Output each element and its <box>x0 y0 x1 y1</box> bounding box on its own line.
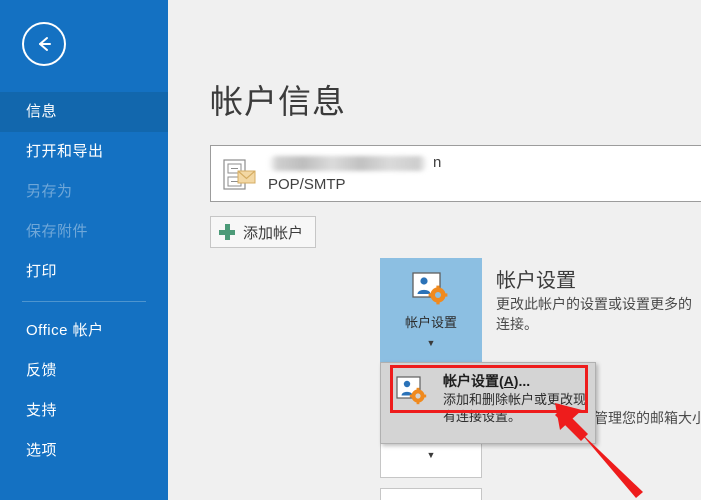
account-email-visible-tail: n <box>433 154 442 171</box>
sidebar-item-label: 信息 <box>26 103 58 120</box>
back-arrow-icon[interactable] <box>22 22 66 66</box>
menu-item-description: 添加和删除帐户或更改现有连接设置。 <box>443 392 587 424</box>
sidebar-item-save-attachments: 保存附件 <box>0 212 168 252</box>
plus-icon <box>219 224 235 240</box>
sidebar-item-label: 打印 <box>26 263 58 280</box>
menu-item-title: 帐户设置(A)... <box>443 371 530 391</box>
account-settings-icon <box>396 376 430 408</box>
account-type-label: POP/SMTP <box>268 176 346 193</box>
menu-item-title-prefix: 帐户设置( <box>443 373 504 389</box>
backstage-sidebar: 信息 打开和导出 另存为 保存附件 打印 Office 帐户 反馈 支持 选项 <box>0 0 168 500</box>
sidebar-item-label: 支持 <box>26 402 58 419</box>
page-title: 帐户信息 <box>210 83 346 120</box>
sidebar-item-support[interactable]: 支持 <box>0 391 168 431</box>
tools-tile-caret[interactable]: ▼ <box>381 451 481 460</box>
sidebar-item-office-account[interactable]: Office 帐户 <box>0 311 168 351</box>
account-settings-tile-label: 帐户设置 <box>404 315 457 330</box>
sidebar-item-options[interactable]: 选项 <box>0 431 168 471</box>
chevron-down-icon[interactable]: ▼ <box>380 339 482 348</box>
sidebar-item-label: 选项 <box>26 442 58 459</box>
sidebar-item-info[interactable]: 信息 <box>0 92 168 132</box>
menu-item-accelerator: A <box>503 373 514 389</box>
sidebar-item-print[interactable]: 打印 <box>0 252 168 292</box>
account-settings-tile[interactable]: 帐户设置 ▼ <box>380 258 482 366</box>
add-account-label: 添加帐户 <box>243 224 304 242</box>
sidebar-item-label: 另存为 <box>26 183 73 200</box>
account-settings-description: 更改此帐户的设置或设置更多的连接。 <box>496 296 692 332</box>
account-email-redacted <box>268 156 428 171</box>
sidebar-divider <box>22 301 146 302</box>
account-summary-box[interactable]: n POP/SMTP <box>210 145 701 202</box>
outlook-backstage-window: 信息 打开和导出 另存为 保存附件 打印 Office 帐户 反馈 支持 选项 … <box>0 0 701 500</box>
mail-account-icon <box>223 159 257 191</box>
backstage-nav-list: 信息 打开和导出 另存为 保存附件 打印 Office 帐户 反馈 支持 选项 <box>0 92 168 471</box>
sidebar-item-open-export[interactable]: 打开和导出 <box>0 132 168 172</box>
sidebar-item-save-as: 另存为 <box>0 172 168 212</box>
account-settings-dropdown-menu: 帐户设置(A)... 添加和删除帐户或更改现有连接设置。 <box>380 362 596 444</box>
sidebar-item-feedback[interactable]: 反馈 <box>0 351 168 391</box>
backstage-content: 帐户信息 n POP/SMTP 添加帐户 帐户设置 更改此帐户的设置或设置更多的… <box>168 0 701 500</box>
sidebar-item-label: Office 帐户 <box>26 322 104 339</box>
bottom-partial-tile[interactable] <box>380 488 482 500</box>
sidebar-item-label: 打开和导出 <box>26 143 104 160</box>
menu-item-account-settings[interactable]: 帐户设置(A)... 添加和删除帐户或更改现有连接设置。 <box>385 369 591 424</box>
account-settings-icon <box>411 272 451 308</box>
add-account-button[interactable]: 添加帐户 <box>210 216 317 248</box>
menu-item-title-suffix: )... <box>513 373 531 389</box>
account-settings-heading: 帐户设置 <box>496 270 576 292</box>
sidebar-item-label: 反馈 <box>26 362 58 379</box>
sidebar-item-label: 保存附件 <box>26 223 89 240</box>
